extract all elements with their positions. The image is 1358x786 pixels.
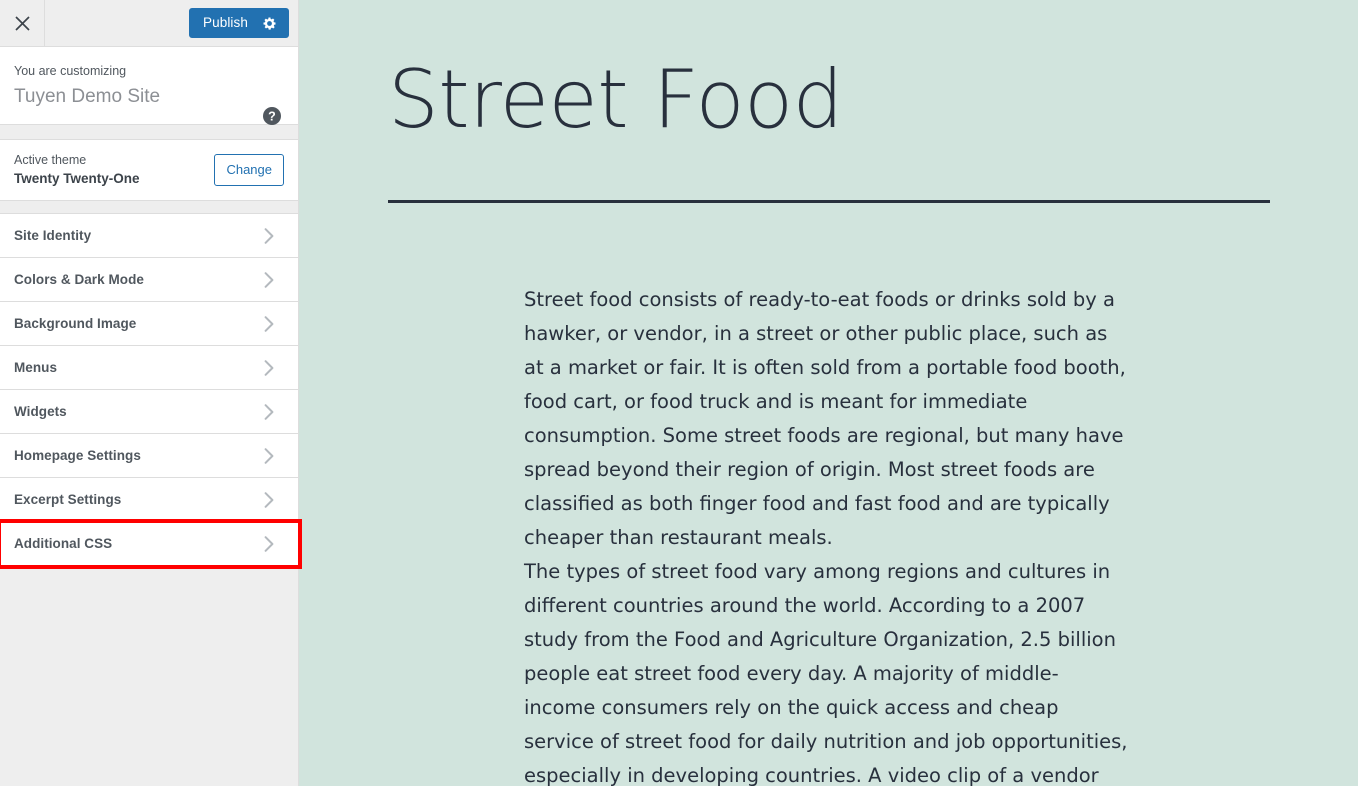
page-title: Street Food: [388, 53, 843, 146]
chevron-right-icon: [263, 271, 276, 288]
publish-button[interactable]: Publish: [189, 8, 289, 38]
paragraph-1: Street food consists of ready-to-eat foo…: [524, 288, 1126, 549]
chevron-right-icon: [263, 535, 276, 552]
sidebar-item-background-image[interactable]: Background Image: [0, 302, 298, 346]
sidebar-item-excerpt-settings[interactable]: Excerpt Settings: [0, 478, 298, 522]
customizing-label: You are customizing: [14, 64, 127, 78]
sidebar-item-menus[interactable]: Menus: [0, 346, 298, 390]
publish-button-label: Publish: [203, 15, 248, 31]
title-divider: [388, 200, 1270, 203]
active-theme-panel: Active theme Twenty Twenty-One Change: [0, 139, 298, 201]
preview-content: Street Food Street food consists of read…: [299, 0, 1358, 786]
customizer-panel-list: Site Identity Colors & Dark Mode Backgro…: [0, 213, 302, 569]
sidebar-item-homepage-settings[interactable]: Homepage Settings: [0, 434, 298, 478]
list-gap: [0, 201, 298, 213]
customizer-screen: Publish You are customizing Tuyen Demo S…: [0, 0, 1358, 786]
sidebar-item-label: Excerpt Settings: [14, 492, 122, 507]
chevron-right-icon: [263, 447, 276, 464]
sidebar-item-widgets[interactable]: Widgets: [0, 390, 298, 434]
change-theme-button[interactable]: Change: [214, 154, 284, 186]
chevron-right-icon: [263, 227, 276, 244]
sidebar-item-label: Widgets: [14, 404, 67, 419]
site-preview-frame[interactable]: Street Food Street food consists of read…: [299, 0, 1358, 786]
chevron-right-icon: [263, 315, 276, 332]
chevron-right-icon: [263, 403, 276, 420]
active-theme-label: Active theme: [14, 153, 87, 168]
sidebar-item-label: Additional CSS: [14, 536, 113, 551]
close-icon: [14, 15, 30, 31]
customizer-header: Publish: [0, 0, 298, 47]
close-customizer-button[interactable]: [0, 0, 45, 46]
publish-area: Publish: [189, 8, 298, 38]
sidebar-item-label: Colors & Dark Mode: [14, 272, 144, 287]
panel-gap: [0, 125, 298, 139]
sidebar-item-colors-dark-mode[interactable]: Colors & Dark Mode: [0, 258, 298, 302]
header-spacer: [45, 0, 189, 46]
theme-info: Active theme Twenty Twenty-One: [14, 151, 214, 188]
entry-content: Street food consists of ready-to-eat foo…: [388, 283, 1128, 786]
sidebar-item-site-identity[interactable]: Site Identity: [0, 214, 298, 258]
sidebar-item-label: Site Identity: [14, 228, 92, 243]
site-title: Tuyen Demo Site: [14, 85, 161, 107]
svg-text:?: ?: [268, 110, 276, 124]
chevron-right-icon: [263, 359, 276, 376]
sidebar-item-label: Background Image: [14, 316, 137, 331]
customizing-panel: You are customizing Tuyen Demo Site ?: [0, 47, 298, 125]
paragraph-2: The types of street food vary among regi…: [524, 560, 1128, 786]
chevron-right-icon: [263, 491, 276, 508]
sidebar-item-label: Homepage Settings: [14, 448, 141, 463]
sidebar-item-label: Menus: [14, 360, 58, 375]
customizer-sidebar: Publish You are customizing Tuyen Demo S…: [0, 0, 302, 786]
gear-icon[interactable]: [262, 16, 277, 31]
sidebar-item-additional-css[interactable]: Additional CSS: [0, 519, 302, 569]
active-theme-name: Twenty Twenty-One: [14, 170, 140, 186]
help-icon[interactable]: ?: [262, 106, 282, 126]
